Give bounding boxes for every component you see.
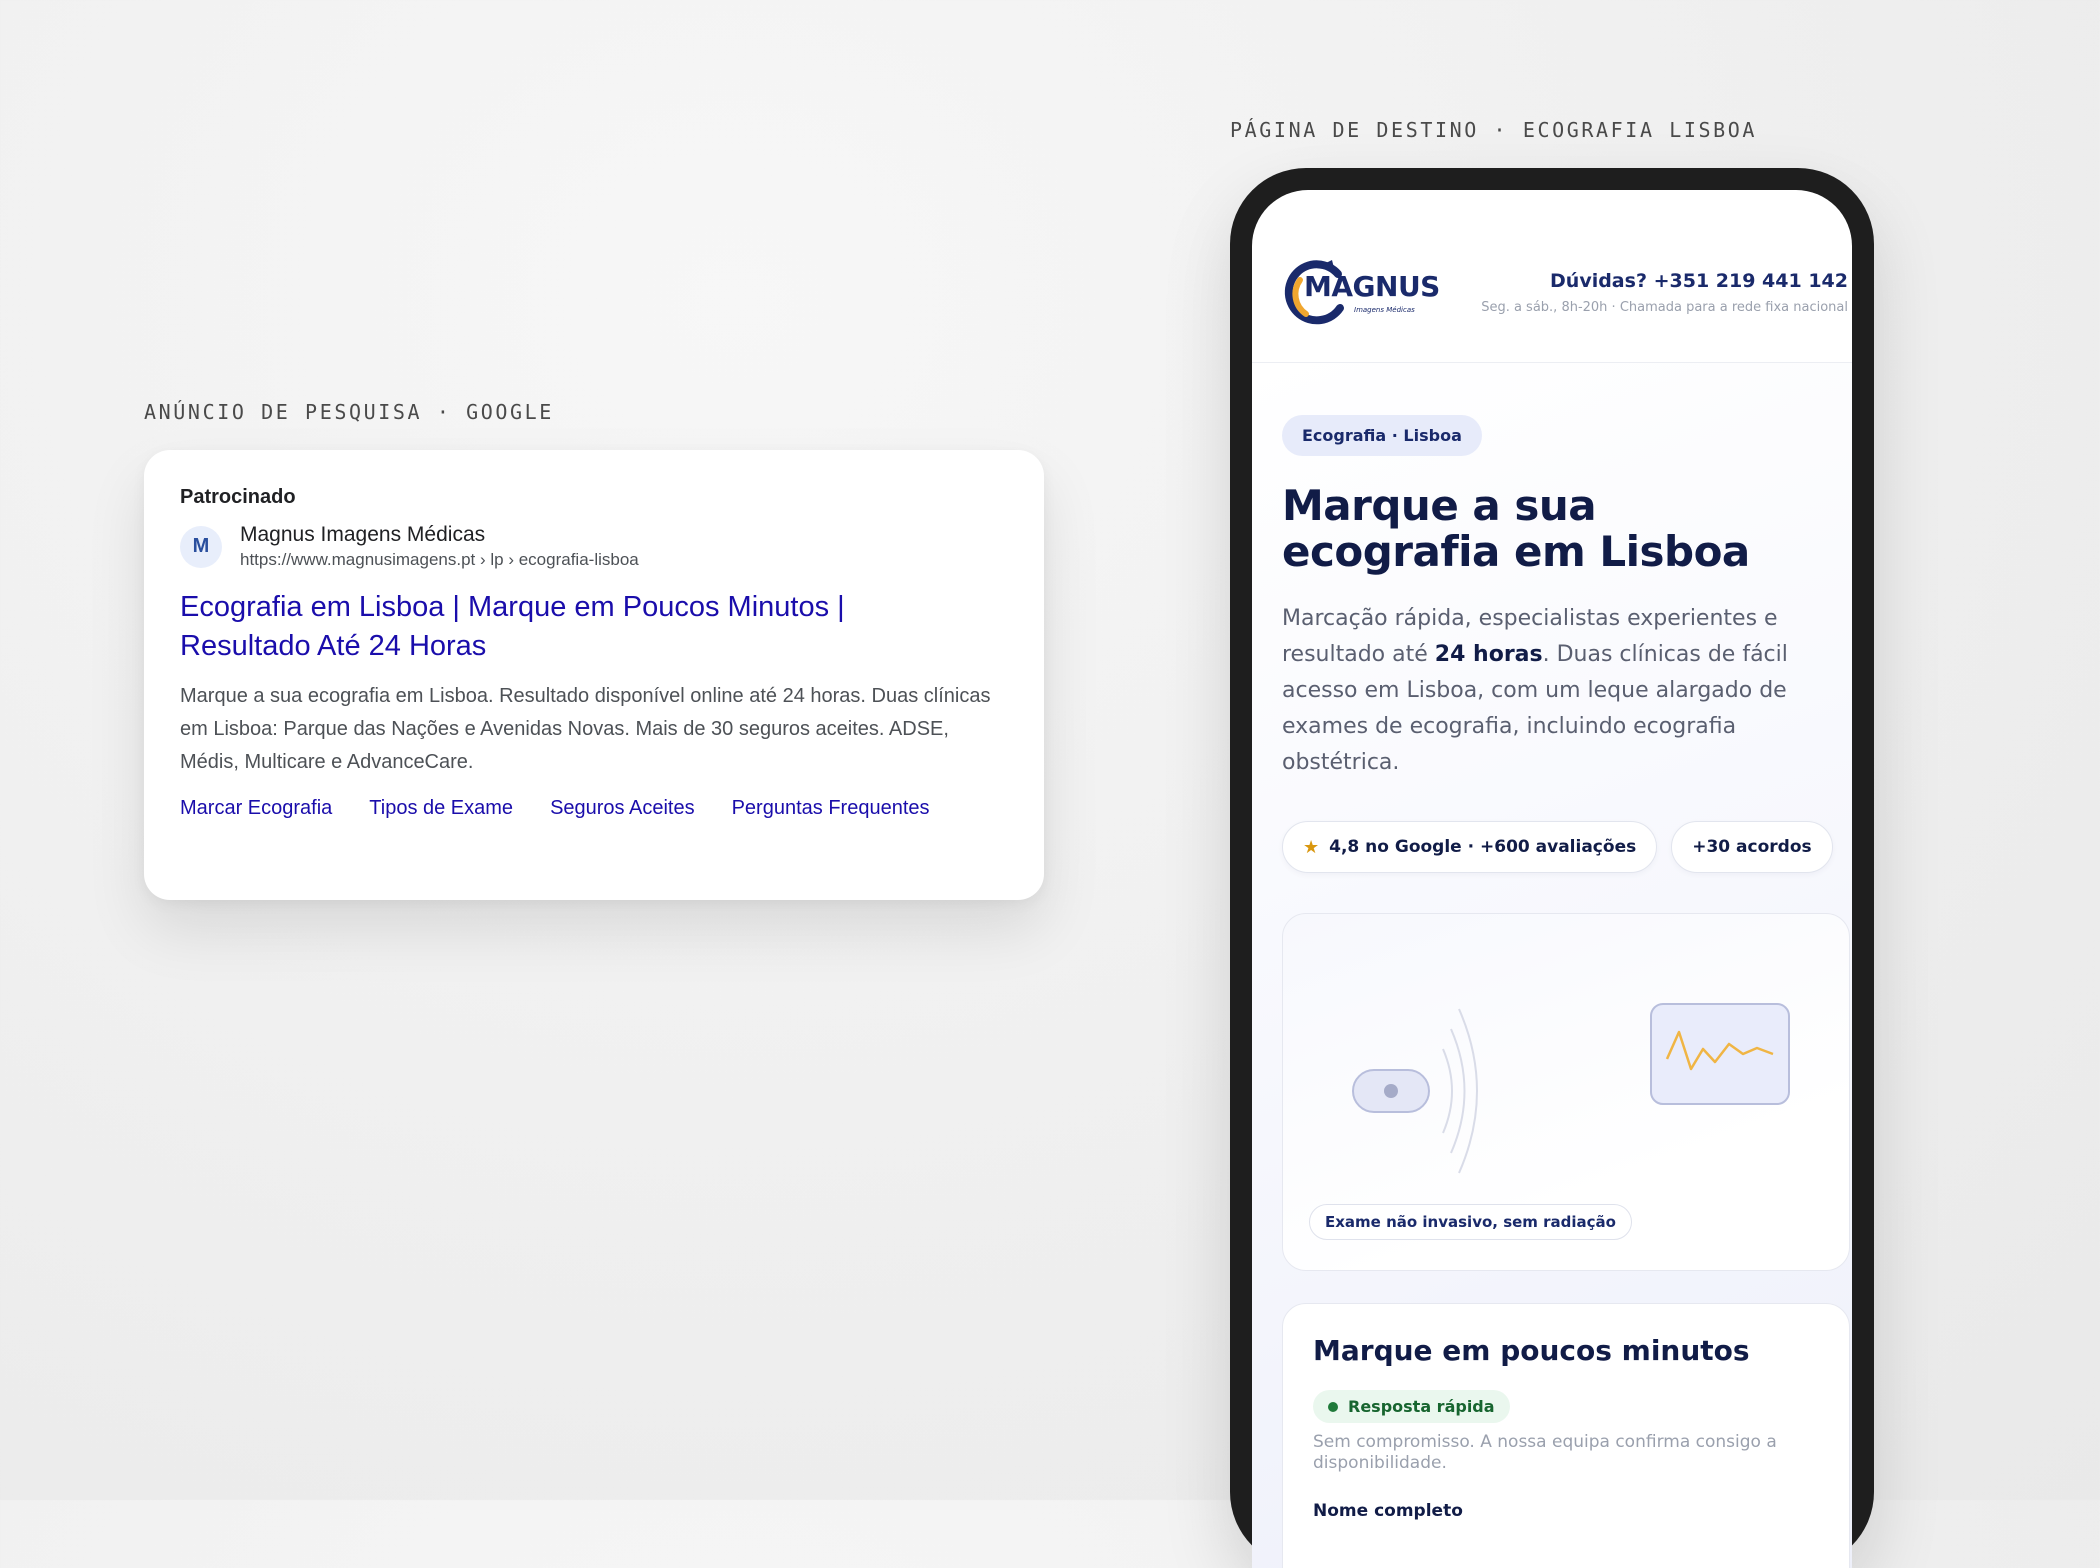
advertiser-info: Magnus Imagens Médicas https://www.magnu… [240, 523, 639, 570]
quick-response-pill: Resposta rápida [1313, 1390, 1510, 1423]
header-contact[interactable]: Dúvidas? +351 219 441 142 Seg. a sáb., 8… [1481, 270, 1848, 315]
status-dot-icon [1328, 1401, 1338, 1412]
logo-subtitle: Imagens Médicas [1354, 306, 1415, 314]
hero-text-bold: 24 horas [1434, 642, 1543, 667]
sitelink-perguntas-frequentes[interactable]: Perguntas Frequentes [732, 797, 930, 820]
rating-badge: ★ 4,8 no Google · +600 avaliações [1282, 821, 1658, 873]
rating-text: 4,8 no Google · +600 avaliações [1329, 837, 1637, 857]
contact-hours: Seg. a sáb., 8h-20h · Chamada para a red… [1481, 300, 1848, 315]
logo-wordmark: MAGNUS [1304, 270, 1440, 303]
category-tag: Ecografia · Lisboa [1282, 415, 1482, 456]
hero-section: Ecografia · Lisboa Marque a sua ecografi… [1252, 363, 1852, 1568]
ad-sitelinks: Marcar Ecografia Tipos de Exame Seguros … [180, 797, 1008, 820]
magnus-logo[interactable]: MAGNUS Imagens Médicas [1280, 252, 1440, 332]
ultrasound-probe-icon [1352, 1069, 1430, 1113]
search-ad-card: Patrocinado M Magnus Imagens Médicas htt… [144, 450, 1044, 900]
ad-advertiser[interactable]: M Magnus Imagens Médicas https://www.mag… [180, 523, 1008, 570]
contact-phone[interactable]: Dúvidas? +351 219 441 142 [1481, 270, 1848, 292]
monitor-waveform-icon [1650, 1003, 1790, 1105]
quick-response-text: Resposta rápida [1348, 1397, 1495, 1416]
sitelink-tipos-de-exame[interactable]: Tipos de Exame [369, 797, 513, 820]
booking-form-card: Marque em poucos minutos Resposta rápida… [1282, 1303, 1850, 1568]
ad-headline-link[interactable]: Ecografia em Lisboa | Marque em Poucos M… [180, 588, 940, 666]
form-note: Sem compromisso. A nossa equipa confirma… [1313, 1432, 1777, 1473]
ad-description: Marque a sua ecografia em Lisboa. Result… [180, 685, 991, 773]
landing-caption: PÁGINA DE DESTINO · ECOGRAFIA LISBOA [1230, 118, 1758, 142]
name-field-label: Nome completo [1313, 1501, 1463, 1521]
advertiser-url: https://www.magnusimagens.pt › lp › ecog… [240, 550, 639, 569]
non-invasive-chip: Exame não invasivo, sem radiação [1309, 1204, 1632, 1240]
hero-title: Marque a sua ecografia em Lisboa [1282, 481, 1750, 576]
form-title: Marque em poucos minutos [1313, 1334, 1750, 1367]
advertiser-name: Magnus Imagens Médicas [240, 523, 486, 546]
star-icon: ★ [1303, 836, 1320, 858]
sound-waves-icon [1442, 1008, 1478, 1174]
trust-badges: ★ 4,8 no Google · +600 avaliações +30 ac… [1282, 821, 1847, 873]
ad-caption: ANÚNCIO DE PESQUISA · GOOGLE [144, 400, 554, 424]
agreements-text: +30 acordos [1692, 837, 1812, 857]
phone-frame: MAGNUS Imagens Médicas Dúvidas? +351 219… [1230, 168, 1874, 1568]
sitelink-seguros-aceites[interactable]: Seguros Aceites [550, 797, 695, 820]
favicon-m-icon: M [180, 525, 222, 568]
sponsored-label: Patrocinado [180, 486, 296, 508]
agreements-badge: +30 acordos [1671, 821, 1833, 873]
site-header: MAGNUS Imagens Médicas Dúvidas? +351 219… [1252, 252, 1852, 363]
ultrasound-illustration: Exame não invasivo, sem radiação [1282, 913, 1850, 1271]
phone-screen: MAGNUS Imagens Médicas Dúvidas? +351 219… [1252, 190, 1852, 1568]
hero-text: Marcação rápida, especialistas experient… [1282, 601, 1817, 781]
sitelink-marcar-ecografia[interactable]: Marcar Ecografia [180, 797, 332, 820]
